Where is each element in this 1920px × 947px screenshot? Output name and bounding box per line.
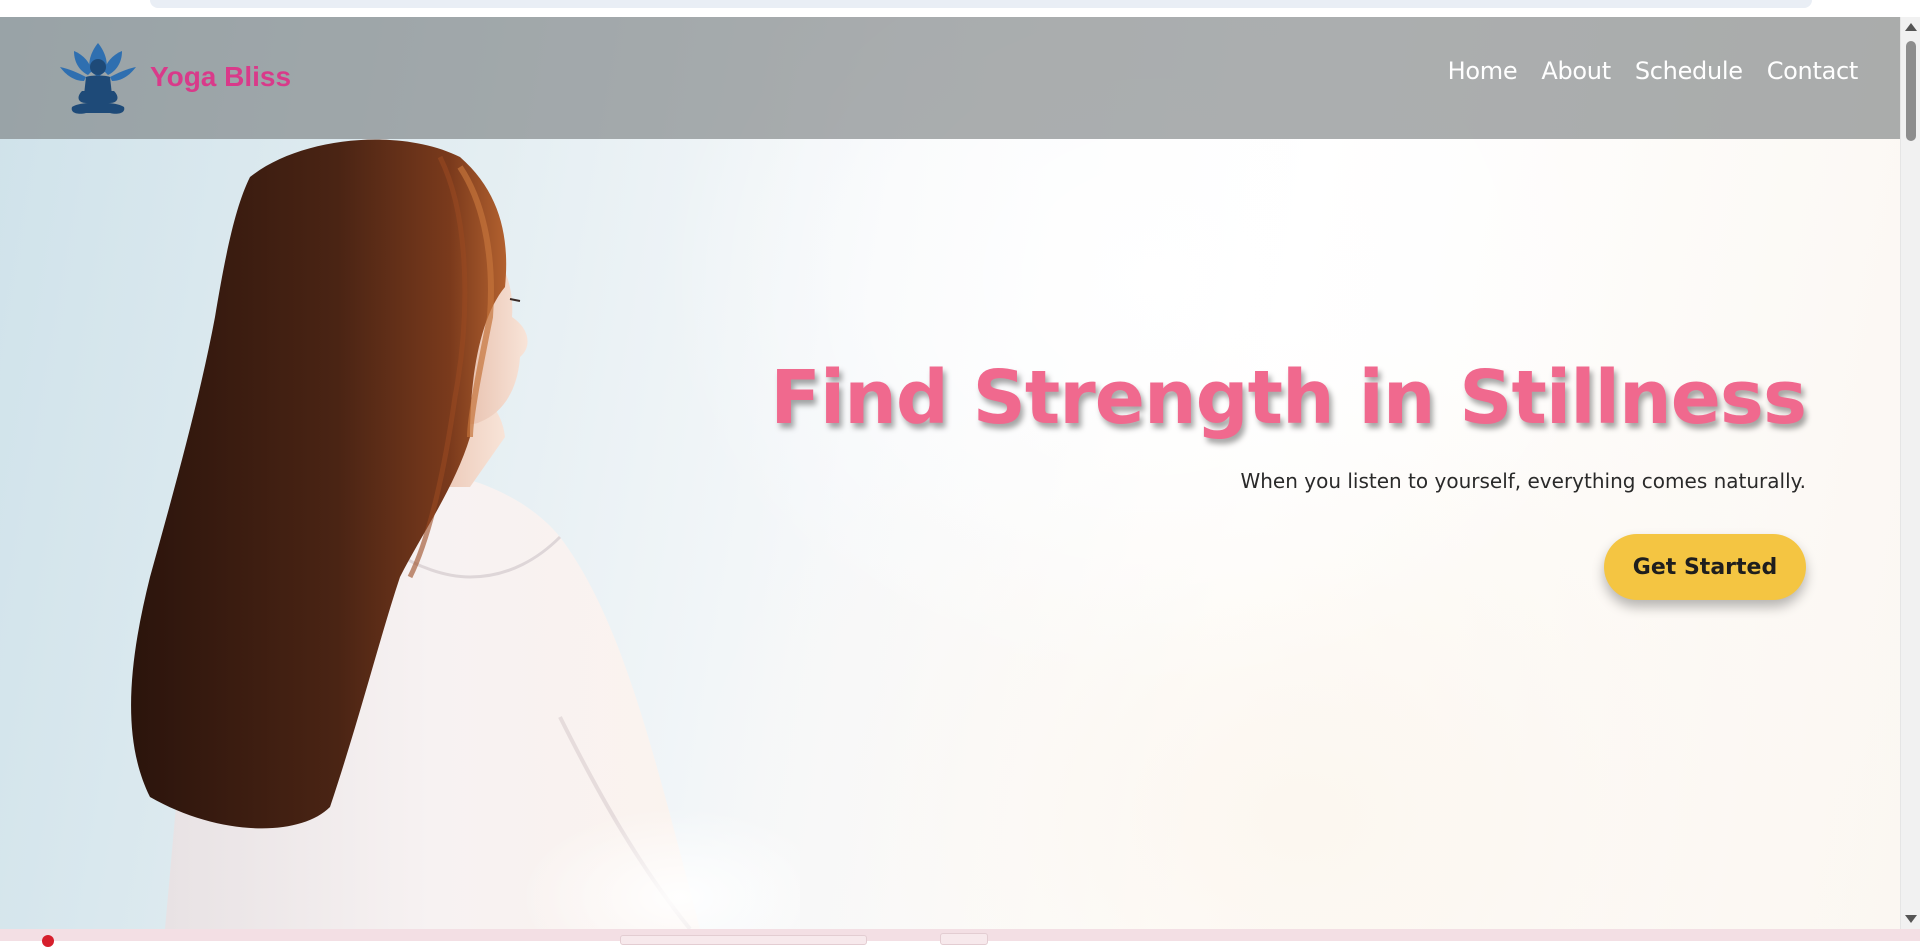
brand-name[interactable]: Yoga Bliss	[150, 61, 291, 93]
scroll-up-icon[interactable]	[1905, 23, 1917, 31]
nav-schedule[interactable]: Schedule	[1635, 57, 1743, 85]
main-nav: Home About Schedule Contact	[1448, 57, 1859, 85]
address-bar[interactable]	[150, 0, 1812, 8]
page-scrollbar[interactable]	[1900, 17, 1920, 929]
nav-contact[interactable]: Contact	[1767, 57, 1859, 85]
page-viewport: Yoga Bliss Home About Schedule Contact F…	[0, 17, 1900, 929]
get-started-button[interactable]: Get Started	[1604, 534, 1806, 600]
hero-woman-image	[131, 139, 800, 929]
taskbar-item[interactable]	[940, 933, 988, 945]
hero-title: Find Strength in Stillness	[770, 355, 1807, 441]
lotus-meditation-icon[interactable]	[60, 41, 136, 117]
scroll-down-icon[interactable]	[1905, 915, 1917, 923]
browser-top-strip	[0, 0, 1920, 18]
taskbar-strip	[0, 929, 1920, 947]
recording-indicator-icon[interactable]	[42, 935, 54, 947]
hero-subtitle: When you listen to yourself, everything …	[1240, 469, 1806, 493]
scrollbar-thumb[interactable]	[1906, 41, 1916, 141]
site-header: Yoga Bliss Home About Schedule Contact	[0, 17, 1900, 139]
nav-about[interactable]: About	[1541, 57, 1611, 85]
taskbar-item[interactable]	[620, 935, 867, 945]
nav-home[interactable]: Home	[1448, 57, 1518, 85]
